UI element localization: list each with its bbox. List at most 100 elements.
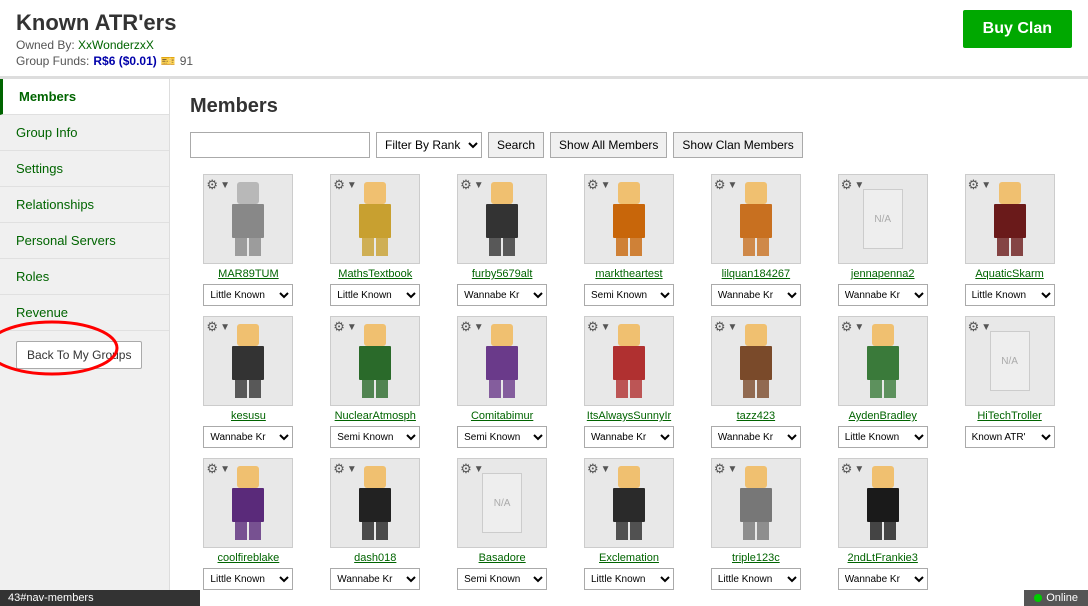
member-name[interactable]: AquaticSkarm bbox=[975, 268, 1043, 280]
member-name[interactable]: 2ndLtFrankie3 bbox=[848, 552, 918, 564]
member-rank-select[interactable]: Little KnownWannabe KrSemi KnownKnown AT… bbox=[711, 284, 801, 306]
member-rank-select[interactable]: Little KnownWannabe KrSemi KnownKnown AT… bbox=[330, 568, 420, 590]
gear-icon[interactable]: ⚙ bbox=[206, 177, 218, 193]
member-name[interactable]: kesusu bbox=[231, 410, 266, 422]
arrow-down-icon[interactable]: ▼ bbox=[220, 464, 230, 475]
member-rank-select[interactable]: Little KnownWannabe KrSemi KnownKnown AT… bbox=[838, 284, 928, 306]
arrow-down-icon[interactable]: ▼ bbox=[220, 322, 230, 333]
member-name[interactable]: MAR89TUM bbox=[218, 268, 279, 280]
search-button[interactable]: Search bbox=[488, 132, 544, 158]
arrow-down-icon[interactable]: ▼ bbox=[220, 180, 230, 191]
gear-icon[interactable]: ⚙ bbox=[968, 319, 980, 335]
arrow-down-icon[interactable]: ▼ bbox=[601, 180, 611, 191]
show-all-members-button[interactable]: Show All Members bbox=[550, 132, 667, 158]
member-rank-select[interactable]: Little KnownWannabe KrSemi KnownKnown AT… bbox=[457, 284, 547, 306]
member-name[interactable]: Exclemation bbox=[599, 552, 659, 564]
member-avatar-box: ⚙▼ bbox=[457, 316, 547, 406]
member-rank-select[interactable]: Little KnownWannabe KrSemi KnownKnown AT… bbox=[584, 568, 674, 590]
gear-icon[interactable]: ⚙ bbox=[460, 319, 472, 335]
gear-icon[interactable]: ⚙ bbox=[333, 177, 345, 193]
back-to-my-groups-button[interactable]: Back To My Groups bbox=[16, 341, 142, 369]
gear-icon[interactable]: ⚙ bbox=[333, 319, 345, 335]
member-name[interactable]: AydenBradley bbox=[849, 410, 917, 422]
group-info: Known ATR'ers Owned By: XxWonderzxX Grou… bbox=[16, 10, 193, 68]
member-name[interactable]: triple123c bbox=[732, 552, 780, 564]
gear-icon[interactable]: ⚙ bbox=[460, 461, 472, 477]
member-rank-select[interactable]: Little KnownWannabe KrSemi KnownKnown AT… bbox=[203, 426, 293, 448]
arrow-down-icon[interactable]: ▼ bbox=[347, 180, 357, 191]
arrow-down-icon[interactable]: ▼ bbox=[347, 464, 357, 475]
member-name[interactable]: HiTechTroller bbox=[977, 410, 1041, 422]
arrow-down-icon[interactable]: ▼ bbox=[728, 180, 738, 191]
member-rank-select[interactable]: Little KnownWannabe KrSemi KnownKnown AT… bbox=[965, 284, 1055, 306]
gear-icon[interactable]: ⚙ bbox=[841, 319, 853, 335]
gear-icon[interactable]: ⚙ bbox=[587, 319, 599, 335]
arrow-down-icon[interactable]: ▼ bbox=[728, 464, 738, 475]
member-name[interactable]: marktheartest bbox=[595, 268, 662, 280]
gear-icon[interactable]: ⚙ bbox=[206, 461, 218, 477]
member-rank-select[interactable]: Little KnownWannabe KrSemi KnownKnown AT… bbox=[838, 568, 928, 590]
avatar-controls: ⚙▼ bbox=[333, 461, 357, 477]
gear-icon[interactable]: ⚙ bbox=[587, 177, 599, 193]
member-rank-select[interactable]: Little KnownWannabe KrSemi KnownKnown AT… bbox=[203, 568, 293, 590]
gear-icon[interactable]: ⚙ bbox=[841, 461, 853, 477]
arrow-down-icon[interactable]: ▼ bbox=[347, 322, 357, 333]
search-input[interactable] bbox=[190, 132, 370, 158]
gear-icon[interactable]: ⚙ bbox=[333, 461, 345, 477]
member-name[interactable]: NuclearAtmosph bbox=[335, 410, 416, 422]
sidebar-item-settings[interactable]: Settings bbox=[0, 151, 169, 187]
member-rank-select[interactable]: Little KnownWannabe KrSemi KnownKnown AT… bbox=[711, 426, 801, 448]
arrow-down-icon[interactable]: ▼ bbox=[854, 464, 864, 475]
member-name[interactable]: jennapenna2 bbox=[851, 268, 915, 280]
member-rank-select[interactable]: Little KnownWannabe KrSemi KnownKnown AT… bbox=[584, 284, 674, 306]
members-title: Members bbox=[190, 95, 1068, 118]
gear-icon[interactable]: ⚙ bbox=[460, 177, 472, 193]
member-name[interactable]: dash018 bbox=[354, 552, 396, 564]
show-clan-members-button[interactable]: Show Clan Members bbox=[673, 132, 802, 158]
member-name[interactable]: Comitabimur bbox=[471, 410, 533, 422]
arrow-down-icon[interactable]: ▼ bbox=[601, 322, 611, 333]
member-rank-select[interactable]: Little KnownWannabe KrSemi KnownKnown AT… bbox=[838, 426, 928, 448]
member-name[interactable]: lilquan184267 bbox=[722, 268, 791, 280]
member-name[interactable]: Basadore bbox=[479, 552, 526, 564]
arrow-down-icon[interactable]: ▼ bbox=[474, 464, 484, 475]
member-rank-select[interactable]: Little KnownWannabe KrSemi KnownKnown AT… bbox=[203, 284, 293, 306]
sidebar-item-group-info[interactable]: Group Info bbox=[0, 115, 169, 151]
arrow-down-icon[interactable]: ▼ bbox=[981, 322, 991, 333]
member-name[interactable]: coolfireblake bbox=[218, 552, 280, 564]
member-rank-select[interactable]: Little KnownWannabe KrSemi KnownKnown AT… bbox=[330, 284, 420, 306]
arrow-down-icon[interactable]: ▼ bbox=[854, 180, 864, 191]
arrow-down-icon[interactable]: ▼ bbox=[601, 464, 611, 475]
sidebar-item-relationships[interactable]: Relationships bbox=[0, 187, 169, 223]
member-rank-select[interactable]: Little KnownWannabe KrSemi KnownKnown AT… bbox=[711, 568, 801, 590]
filter-rank-select[interactable]: Filter By Rank Little Known Wannabe Kr S… bbox=[376, 132, 482, 158]
sidebar-item-roles[interactable]: Roles bbox=[0, 259, 169, 295]
arrow-down-icon[interactable]: ▼ bbox=[981, 180, 991, 191]
gear-icon[interactable]: ⚙ bbox=[714, 461, 726, 477]
sidebar-item-revenue[interactable]: Revenue bbox=[0, 295, 169, 331]
member-name[interactable]: tazz423 bbox=[737, 410, 776, 422]
member-rank-select[interactable]: Little KnownWannabe KrSemi KnownKnown AT… bbox=[330, 426, 420, 448]
avatar-controls: ⚙▼ bbox=[841, 461, 865, 477]
member-rank-select[interactable]: Little KnownWannabe KrSemi KnownKnown AT… bbox=[584, 426, 674, 448]
sidebar-item-members[interactable]: Members bbox=[0, 79, 169, 115]
arrow-down-icon[interactable]: ▼ bbox=[728, 322, 738, 333]
gear-icon[interactable]: ⚙ bbox=[206, 319, 218, 335]
gear-icon[interactable]: ⚙ bbox=[968, 177, 980, 193]
member-name[interactable]: MathsTextbook bbox=[338, 268, 412, 280]
member-name[interactable]: furby5679alt bbox=[472, 268, 533, 280]
member-rank-select[interactable]: Little KnownWannabe KrSemi KnownKnown AT… bbox=[965, 426, 1055, 448]
member-name[interactable]: ItsAlwaysSunnyIr bbox=[587, 410, 671, 422]
buy-clan-button[interactable]: Buy Clan bbox=[963, 10, 1072, 48]
member-rank-select[interactable]: Little KnownWannabe KrSemi KnownKnown AT… bbox=[457, 426, 547, 448]
gear-icon[interactable]: ⚙ bbox=[714, 177, 726, 193]
sidebar-item-personal-servers[interactable]: Personal Servers bbox=[0, 223, 169, 259]
gear-icon[interactable]: ⚙ bbox=[714, 319, 726, 335]
gear-icon[interactable]: ⚙ bbox=[587, 461, 599, 477]
gear-icon[interactable]: ⚙ bbox=[841, 177, 853, 193]
arrow-down-icon[interactable]: ▼ bbox=[474, 322, 484, 333]
arrow-down-icon[interactable]: ▼ bbox=[474, 180, 484, 191]
member-rank-select[interactable]: Little KnownWannabe KrSemi KnownKnown AT… bbox=[457, 568, 547, 590]
owner-link[interactable]: XxWonderzxX bbox=[78, 38, 154, 52]
arrow-down-icon[interactable]: ▼ bbox=[854, 322, 864, 333]
